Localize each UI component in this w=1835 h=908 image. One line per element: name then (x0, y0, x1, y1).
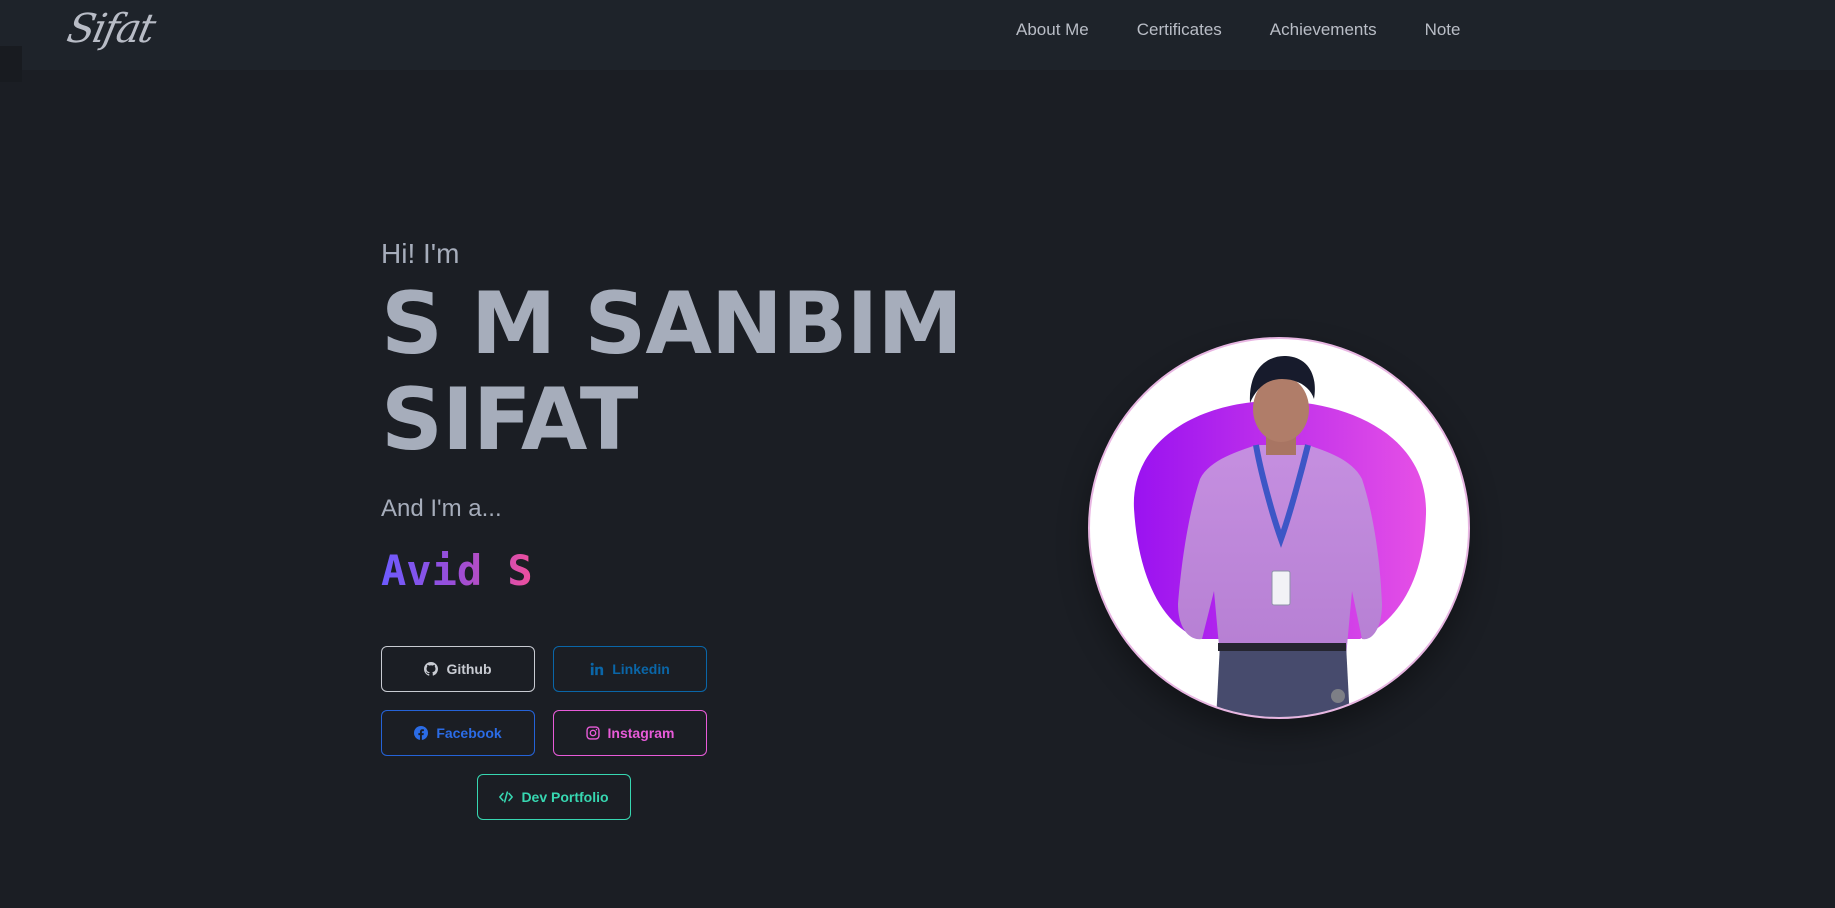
hero-section: Hi! I'm S M SANBIM SIFAT And I'm a... Av… (381, 232, 1001, 596)
linkedin-button[interactable]: Linkedin (553, 646, 707, 692)
instagram-button-label: Instagram (607, 725, 675, 741)
hero-name: S M SANBIM SIFAT (381, 276, 1001, 468)
hero-subtitle: And I'm a... (381, 495, 502, 522)
hero-name-line2: SIFAT (381, 370, 638, 470)
navbar: Sifat About Me Certificates Achievements… (0, 0, 1835, 70)
code-icon (499, 791, 514, 803)
typed-role-text: Avid S (381, 546, 533, 595)
instagram-icon (585, 726, 600, 740)
nav-edge-strip (0, 46, 22, 82)
greeting-text: Hi! I'm (381, 238, 460, 269)
nav-link-achievements[interactable]: Achievements (1270, 20, 1377, 40)
github-button[interactable]: Github (381, 646, 535, 692)
hero-name-line1: S M SANBIM (381, 274, 963, 374)
facebook-button[interactable]: Facebook (381, 710, 535, 756)
dev-portfolio-button[interactable]: Dev Portfolio (477, 774, 631, 820)
instagram-button[interactable]: Instagram (553, 710, 707, 756)
nav-link-certificates[interactable]: Certificates (1137, 20, 1222, 40)
facebook-button-label: Facebook (436, 725, 502, 741)
nav-link-note[interactable]: Note (1425, 20, 1461, 40)
profile-photo (1088, 337, 1470, 719)
dev-portfolio-button-label: Dev Portfolio (521, 789, 609, 805)
nav-link-about-me[interactable]: About Me (1016, 20, 1089, 40)
profile-photo-illustration (1133, 355, 1427, 717)
facebook-icon (414, 726, 429, 740)
logo[interactable]: Sifat (63, 6, 158, 52)
nav-links: About Me Certificates Achievements Note (1016, 20, 1509, 40)
linkedin-icon (590, 662, 604, 676)
linkedin-button-label: Linkedin (612, 661, 670, 677)
github-button-label: Github (446, 661, 492, 677)
github-icon (424, 662, 439, 676)
